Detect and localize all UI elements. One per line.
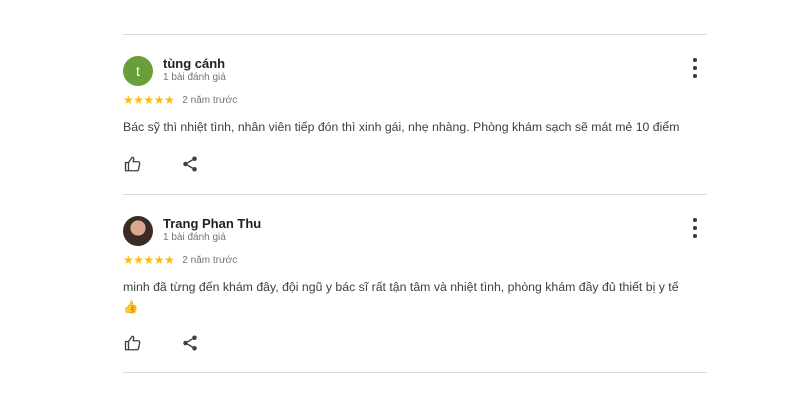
review-time: 2 năm trước [182,254,238,266]
more-vert-icon-dot [693,66,697,70]
review-text: minh đã từng đến khám đây, đội ngũ y bác… [123,280,679,294]
more-vert-icon-dot [693,218,697,222]
review-count: 1 bài đánh giá [163,72,226,83]
thumbs-up-icon [124,335,141,351]
review-count: 1 bài đánh giá [163,232,226,243]
review-time: 2 năm trước [182,94,238,106]
review-actions [123,333,200,353]
share-button[interactable] [180,333,200,353]
thumbs-up-emoji: 👍 [123,300,139,314]
star-rating: ★★★★★ [123,253,175,267]
more-vert-icon-dot [693,234,697,238]
review-text: Bác sỹ thì nhiệt tình, nhân viên tiếp đó… [123,120,680,134]
avatar[interactable]: t [123,56,153,86]
like-button[interactable] [123,333,143,353]
more-vert-icon-dot [693,226,697,230]
thumbs-up-icon [124,156,141,172]
more-options-button[interactable] [690,58,700,78]
share-icon [183,156,197,172]
more-vert-icon-dot [693,74,697,78]
review-card-2: Trang Phan Thu 1 bài đánh giá ★★★★★ 2 nă… [123,216,707,356]
rating-row: ★★★★★ 2 năm trước [123,93,237,107]
share-button[interactable] [180,154,200,174]
bottom-divider [123,372,707,373]
top-divider [123,34,707,35]
review-actions [123,154,200,174]
more-vert-icon-dot [693,58,697,62]
more-options-button[interactable] [690,218,700,238]
star-rating: ★★★★★ [123,93,175,107]
review-divider [123,194,707,195]
avatar[interactable] [123,216,153,246]
reviewer-name[interactable]: tùng cánh [163,56,225,71]
review-card-1: t tùng cánh 1 bài đánh giá ★★★★★ 2 năm t… [123,56,707,176]
review-text-block: minh đã từng đến khám đây, đội ngũ y bác… [123,277,707,317]
reviewer-name[interactable]: Trang Phan Thu [163,216,261,231]
share-icon [183,335,197,351]
rating-row: ★★★★★ 2 năm trước [123,253,237,267]
like-button[interactable] [123,154,143,174]
